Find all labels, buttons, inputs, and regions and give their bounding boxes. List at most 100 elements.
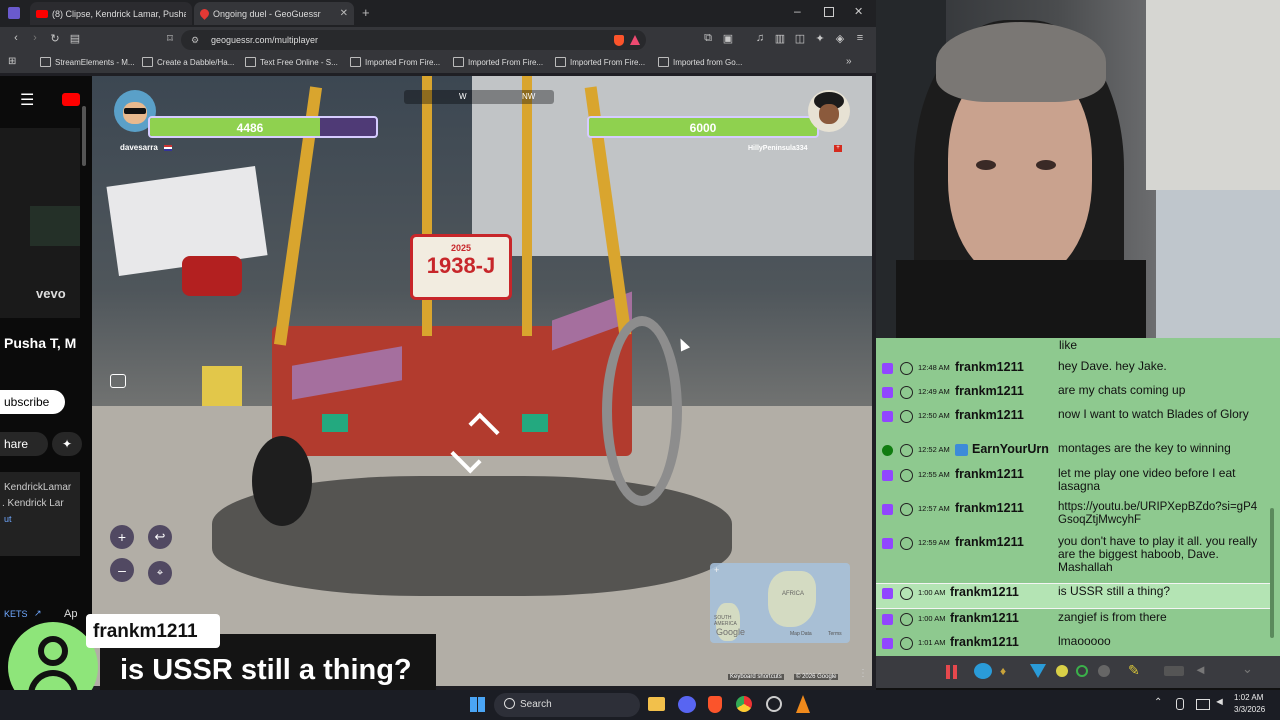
chat-username[interactable]: frankm1211	[955, 384, 1024, 398]
close-window-icon[interactable]: ✕	[854, 5, 863, 18]
chat-bubble-icon[interactable]	[974, 663, 992, 679]
mute-icon[interactable]: ◄	[1194, 662, 1207, 677]
browser-menu-icon[interactable]	[8, 7, 20, 19]
brave-shield-icon[interactable]	[614, 35, 624, 46]
brave-icon[interactable]	[708, 696, 722, 713]
refresh-icon[interactable]	[1076, 665, 1088, 677]
menu-icon[interactable]: ≡	[852, 32, 868, 44]
hamburger-icon[interactable]: ☰	[20, 90, 34, 110]
vlc-icon[interactable]	[796, 695, 810, 713]
network-icon[interactable]	[1196, 699, 1210, 710]
share-button[interactable]: hare	[0, 432, 48, 456]
chat-message-row[interactable]: 12:50 AM frankm1211 now I want to watch Bl…	[876, 407, 1270, 441]
forward-icon[interactable]: ›	[27, 32, 43, 44]
chat-message-row[interactable]: 1:00 AM frankm1211 is USSR still a thing?	[876, 583, 1270, 609]
close-tab-icon[interactable]: ✕	[340, 8, 348, 19]
clock-date[interactable]: 3/3/2026	[1234, 705, 1265, 714]
scrollbar[interactable]	[82, 106, 86, 166]
address-bar[interactable]: ⚙ geoguessr.com/multiplayer	[181, 30, 646, 50]
apps-link[interactable]: Ap	[64, 608, 77, 620]
chat-scrollbar[interactable]	[1270, 508, 1274, 638]
chat-message-row[interactable]: 12:57 AM frankm1211 https://youtu.be/URIPX…	[876, 500, 1270, 534]
new-tab-icon[interactable]: +	[362, 5, 370, 20]
maximize-icon[interactable]	[824, 7, 834, 17]
bookmark-folder[interactable]: Imported From Fire...	[555, 57, 645, 67]
keyboard-shortcuts-link[interactable]: Keyboard shortcuts	[728, 674, 784, 680]
bookmark-icon[interactable]: ⌑	[162, 32, 178, 45]
chat-message-row[interactable]: 1:01 AM frankm1211 lmaooooo	[876, 634, 1270, 658]
bookmark-folder[interactable]: Imported From Fire...	[453, 57, 543, 67]
pin-icon[interactable]: ✎	[1128, 662, 1140, 679]
split-view-icon[interactable]: ◫	[792, 32, 808, 45]
chat-message-row[interactable]: 12:48 AM frankm1211 hey Dave. hey Jake.	[876, 359, 1270, 383]
chat-message-row[interactable]: 12:49 AM frankm1211 are my chats coming up	[876, 383, 1270, 407]
zoom-out-button[interactable]: –	[110, 558, 134, 582]
vpn-icon[interactable]: ◈	[832, 32, 848, 45]
reload-icon[interactable]: ↻	[47, 32, 63, 45]
bookmark-folder[interactable]: Imported From Fire...	[350, 57, 440, 67]
discord-icon[interactable]	[678, 696, 696, 713]
chat-message-row[interactable]: 12:59 AM frankm1211 you don't have to play…	[876, 534, 1270, 582]
apps-icon[interactable]: ⊞	[8, 56, 16, 67]
description-more[interactable]: ut	[4, 514, 12, 524]
zoom-in-button[interactable]: +	[110, 525, 134, 549]
chat-message-row[interactable]: 12:52 AM EarnYourUrn montages are the key …	[876, 441, 1270, 465]
taskbar-search[interactable]: Search	[494, 693, 640, 717]
screenshot-icon[interactable]: ▣	[720, 32, 736, 45]
back-icon[interactable]: ‹	[8, 32, 24, 44]
mic-icon[interactable]	[1176, 698, 1184, 710]
chat-username[interactable]: frankm1211	[955, 360, 1024, 374]
music-icon[interactable]: ♫	[752, 32, 768, 44]
steam-icon[interactable]	[766, 696, 782, 712]
return-to-start-button[interactable]: ⌖	[148, 561, 172, 585]
chat-username[interactable]: frankm1211	[950, 635, 1019, 649]
settings-icon[interactable]	[1098, 665, 1110, 677]
brave-rewards-icon[interactable]	[630, 35, 640, 45]
undo-move-button[interactable]: ↩	[148, 525, 172, 549]
sidebar-icon[interactable]: ▤	[67, 32, 83, 45]
chat-message-row[interactable]: 1:00 AM frankm1211 zangief is from there	[876, 610, 1270, 634]
file-explorer-icon[interactable]	[648, 697, 665, 711]
pause-icon[interactable]	[946, 665, 950, 679]
ai-icon[interactable]: ✦	[812, 32, 828, 45]
video-thumbnail[interactable]: vevo	[0, 128, 80, 318]
more-bookmarks-icon[interactable]: »	[846, 56, 852, 67]
chat-username[interactable]: EarnYourUrn	[972, 442, 1049, 456]
extension-icon[interactable]: ⧉	[700, 32, 716, 45]
clock-time[interactable]: 1:02 AM	[1234, 693, 1263, 702]
camera-icon[interactable]	[110, 374, 126, 388]
emoji-icon[interactable]	[1056, 665, 1068, 677]
chat-username[interactable]: frankm1211	[955, 467, 1024, 481]
reading-list-icon[interactable]: ▥	[772, 32, 788, 45]
street-view-panorama[interactable]: 2025 1938-J W NW 4486 davesarra 6000 Hil…	[92, 76, 872, 686]
start-icon[interactable]	[470, 697, 485, 712]
channel-link[interactable]: KendrickLamar	[4, 482, 71, 493]
youtube-logo-icon[interactable]	[62, 93, 80, 106]
tab-youtube[interactable]: (8) Clipse, Kendrick Lamar, Pusha	[30, 2, 192, 25]
tab-geoguessr[interactable]: Ongoing duel - GeoGuessr ✕	[194, 2, 354, 25]
ask-ai-button[interactable]: ✦	[52, 432, 82, 456]
chat-username[interactable]: frankm1211	[955, 535, 1024, 549]
map-zoom-in-icon[interactable]: +	[714, 565, 719, 575]
bookmark-item[interactable]: Create a Dabble/Ha...	[142, 57, 234, 67]
chat-message-row[interactable]: 12:55 AM frankm1211 let me play one video …	[876, 466, 1270, 500]
guess-minimap[interactable]: AFRICA SOUTH AMERICA Google Map Data Ter…	[710, 563, 850, 643]
subscribe-button[interactable]: ubscribe	[0, 390, 65, 414]
terms-link[interactable]: Terms	[828, 631, 842, 637]
minimize-icon[interactable]: –	[794, 4, 801, 18]
collapse-icon[interactable]: ⌄	[1242, 661, 1253, 677]
bookmark-item[interactable]: StreamElements - M...	[40, 57, 135, 67]
description-box[interactable]: KendrickLamar . Kendrick Lar ut	[0, 472, 80, 556]
hide-icon[interactable]	[1164, 666, 1184, 676]
bell-icon[interactable]: ♦	[1000, 664, 1006, 678]
bookmark-item[interactable]: Text Free Online - S...	[245, 57, 338, 67]
tray-chevron-icon[interactable]: ⌃	[1154, 697, 1162, 708]
bookmark-folder[interactable]: Imported from Go...	[658, 57, 742, 67]
chat-username[interactable]: frankm1211	[950, 611, 1019, 625]
chat-username[interactable]: frankm1211	[950, 585, 1019, 599]
site-info-icon[interactable]: ⚙	[191, 30, 199, 50]
tickets-link[interactable]: KETS	[4, 609, 28, 619]
chat-username[interactable]: frankm1211	[955, 408, 1024, 422]
volume-icon[interactable]: ◄	[1214, 696, 1225, 708]
chrome-icon[interactable]	[736, 696, 752, 712]
